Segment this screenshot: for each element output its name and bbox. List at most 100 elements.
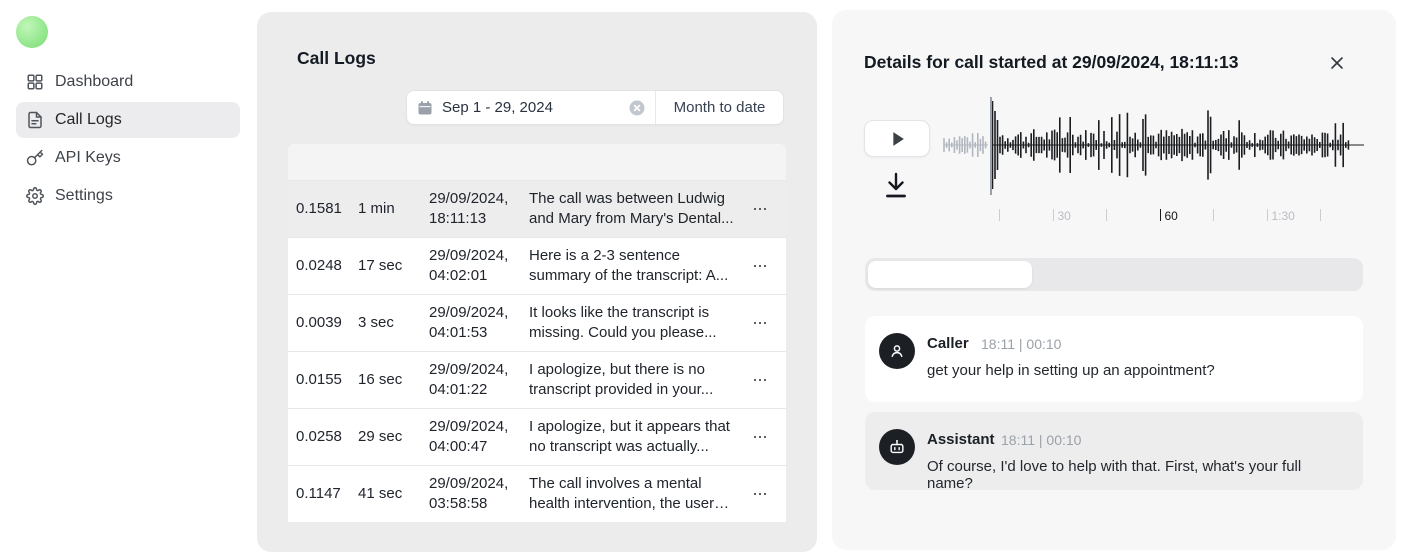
more-horizontal-icon xyxy=(754,379,757,382)
sidebar-item-label: Dashboard xyxy=(55,73,133,91)
close-button[interactable] xyxy=(1326,52,1348,74)
row-menu-button[interactable] xyxy=(746,254,774,278)
row-menu-button[interactable] xyxy=(746,482,774,506)
timeline-tick: 1:30 xyxy=(1267,208,1321,222)
person-icon xyxy=(887,341,907,361)
cell-cost: 0.1581 xyxy=(296,199,358,219)
audio-waveform[interactable] xyxy=(942,95,1366,195)
table-row[interactable]: 0.1147 41 sec 29/09/2024, 03:58:58 The c… xyxy=(288,465,786,522)
cell-duration: 41 sec xyxy=(358,484,429,504)
sidebar-item-label: Call Logs xyxy=(55,111,122,129)
table-row[interactable]: 0.0248 17 sec 29/09/2024, 04:02:01 Here … xyxy=(288,237,786,294)
speaker-avatar xyxy=(879,429,915,465)
more-horizontal-icon xyxy=(754,436,757,439)
clear-date-filter-button[interactable] xyxy=(629,100,645,116)
transcript-message: Assistant 18:11 | 00:10 Of course, I'd l… xyxy=(865,412,1363,490)
clear-circle-icon xyxy=(629,100,645,116)
download-icon xyxy=(883,171,909,201)
table-row[interactable]: 0.0039 3 sec 29/09/2024, 04:01:53 It loo… xyxy=(288,294,786,351)
table-header xyxy=(288,144,786,180)
robot-icon xyxy=(887,437,907,457)
tab-call-cost[interactable] xyxy=(1196,261,1360,288)
cell-start-time: 29/09/2024, 04:01:53 xyxy=(429,303,529,343)
speaker-name: Caller xyxy=(927,335,969,352)
timeline-tick xyxy=(999,208,1053,222)
sidebar-item-call-logs[interactable]: Call Logs xyxy=(16,102,240,138)
sidebar-nav: Dashboard Call Logs API Keys Settings xyxy=(0,62,256,216)
gear-icon xyxy=(26,187,44,205)
cell-summary: It looks like the transcript is missing.… xyxy=(529,303,746,343)
sidebar-item-label: Settings xyxy=(55,187,113,205)
date-range-picker[interactable]: Sep 1 - 29, 2024 xyxy=(407,91,656,124)
more-horizontal-icon xyxy=(754,265,757,268)
close-icon xyxy=(1328,54,1346,72)
table-row[interactable]: 0.1581 1 min 29/09/2024, 18:11:13 The ca… xyxy=(288,180,786,237)
more-horizontal-icon xyxy=(754,493,757,496)
cell-duration: 16 sec xyxy=(358,370,429,390)
timeline-tick: 60 xyxy=(1160,208,1214,222)
cell-cost: 0.0258 xyxy=(296,427,358,447)
message-text: get your help in setting up an appointme… xyxy=(927,362,1347,379)
cell-duration: 17 sec xyxy=(358,256,429,276)
sidebar-item-dashboard[interactable]: Dashboard xyxy=(16,64,240,100)
cell-summary: I apologize, but there is no transcript … xyxy=(529,360,746,400)
row-menu-button[interactable] xyxy=(746,368,774,392)
timeline-tick xyxy=(1106,208,1160,222)
sidebar-item-settings[interactable]: Settings xyxy=(16,178,240,214)
call-logs-table: 0.1581 1 min 29/09/2024, 18:11:13 The ca… xyxy=(288,144,786,522)
sidebar-item-api-keys[interactable]: API Keys xyxy=(16,140,240,176)
tick-label: 1:30 xyxy=(1272,209,1295,223)
timeline-tick xyxy=(1320,208,1374,222)
cell-start-time: 29/09/2024, 18:11:13 xyxy=(429,189,529,229)
cell-cost: 0.0039 xyxy=(296,313,358,333)
dashboard-icon xyxy=(26,73,44,91)
cell-start-time: 29/09/2024, 04:01:22 xyxy=(429,360,529,400)
table-row[interactable]: 0.0155 16 sec 29/09/2024, 04:01:22 I apo… xyxy=(288,351,786,408)
tab-analysis[interactable] xyxy=(1032,261,1196,288)
details-tabs xyxy=(865,258,1363,291)
cell-cost: 0.0155 xyxy=(296,370,358,390)
avatar[interactable] xyxy=(16,16,48,48)
date-range-value: Sep 1 - 29, 2024 xyxy=(442,99,620,116)
sidebar-item-label: API Keys xyxy=(55,149,121,167)
cell-start-time: 29/09/2024, 03:58:58 xyxy=(429,474,529,514)
download-button[interactable] xyxy=(883,170,911,202)
speaker-avatar xyxy=(879,333,915,369)
cell-start-time: 29/09/2024, 04:02:01 xyxy=(429,246,529,286)
cell-summary: I apologize, but it appears that no tran… xyxy=(529,417,746,457)
cell-summary: The call was between Ludwig and Mary fro… xyxy=(529,189,746,229)
waveform-timeline: 30 60 1:30 xyxy=(999,208,1374,222)
cell-cost: 0.0248 xyxy=(296,256,358,276)
calendar-icon xyxy=(417,100,433,116)
timeline-tick xyxy=(1213,208,1267,222)
cell-duration: 29 sec xyxy=(358,427,429,447)
month-to-date-button[interactable]: Month to date xyxy=(656,91,783,124)
play-button[interactable] xyxy=(864,120,930,157)
cell-summary: The call involves a mental health interv… xyxy=(529,474,746,514)
sidebar: Dashboard Call Logs API Keys Settings xyxy=(0,0,256,502)
message-text: Of course, I'd love to help with that. F… xyxy=(927,458,1347,492)
tab-transcript[interactable] xyxy=(868,261,1032,288)
details-title: Details for call started at 29/09/2024, … xyxy=(864,52,1239,73)
row-menu-button[interactable] xyxy=(746,425,774,449)
page-title: Call Logs xyxy=(297,48,376,69)
message-timestamp: 18:11 | 00:10 xyxy=(981,336,1061,352)
call-logs-panel: Call Logs Sep 1 - 29, 2024 Month to date… xyxy=(257,12,817,552)
key-icon xyxy=(26,149,44,167)
play-icon xyxy=(886,128,908,150)
cell-summary: Here is a 2-3 sentence summary of the tr… xyxy=(529,246,746,286)
tick-label: 60 xyxy=(1165,209,1178,223)
cell-cost: 0.1147 xyxy=(296,484,358,504)
row-menu-button[interactable] xyxy=(746,197,774,221)
cell-start-time: 29/09/2024, 04:00:47 xyxy=(429,417,529,457)
row-menu-button[interactable] xyxy=(746,311,774,335)
speaker-name: Assistant xyxy=(927,431,995,448)
playhead-cursor[interactable] xyxy=(990,97,992,195)
call-logs-icon xyxy=(26,111,44,129)
call-details-panel: Details for call started at 29/09/2024, … xyxy=(832,10,1396,550)
message-timestamp: 18:11 | 00:10 xyxy=(1001,432,1081,448)
table-row[interactable]: 0.0258 29 sec 29/09/2024, 04:00:47 I apo… xyxy=(288,408,786,465)
transcript-message: Caller 18:11 | 00:10 get your help in se… xyxy=(865,316,1363,402)
cell-duration: 1 min xyxy=(358,199,429,219)
timeline-tick: 30 xyxy=(1053,208,1107,222)
